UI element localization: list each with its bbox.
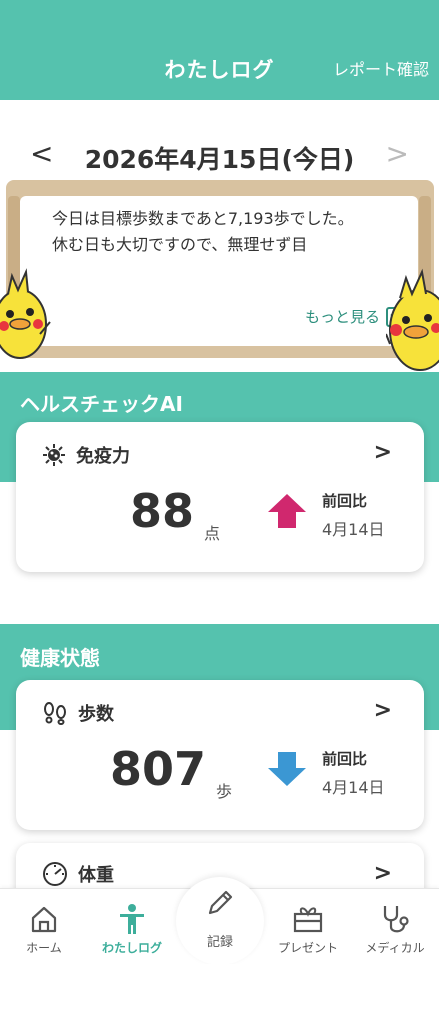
immunity-card-header: 免疫力 [42, 442, 130, 468]
trend-down-icon [268, 752, 306, 786]
health-status-title: 健康状態 [20, 646, 100, 670]
weight-label: 体重 [78, 865, 114, 886]
immunity-unit: 点 [204, 524, 221, 543]
gift-icon [293, 907, 323, 933]
nav-home-label: ホーム [26, 941, 62, 955]
steps-card[interactable]: 歩数 > 807 歩 前回比 4月14日 [16, 680, 424, 830]
message-board: 今日は目標歩数まであと7,193歩でした。 休む日も大切ですので、無理せず目 も… [20, 196, 418, 346]
chevron-right-icon: > [373, 861, 392, 886]
weight-card-header: 体重 [42, 861, 114, 887]
footprints-icon [44, 702, 66, 725]
pencil-icon [208, 890, 233, 915]
compare-date: 4月14日 [322, 520, 385, 539]
more-label: もっと見る [304, 308, 380, 326]
health-check-title: ヘルスチェックAI [20, 392, 183, 416]
compare-date: 4月14日 [322, 778, 385, 797]
person-icon [120, 904, 144, 934]
mascot-right [386, 268, 439, 371]
nav-medical-label: メディカル [365, 941, 425, 955]
home-icon [31, 906, 57, 933]
compare-label: 前回比 [322, 492, 368, 510]
nav-mylog[interactable]: わたしログ [88, 901, 176, 956]
immunity-label: 免疫力 [76, 446, 130, 467]
nav-medical[interactable]: メディカル [351, 901, 439, 956]
app-header: わたしログ レポート確認 [0, 0, 439, 100]
current-date: 2026年4月15日(今日) [84, 145, 355, 174]
record-button[interactable]: 記録 [176, 877, 264, 965]
chevron-right-icon: > [373, 698, 392, 723]
report-link[interactable]: レポート確認 [333, 56, 429, 80]
steps-value: 807 [109, 742, 206, 796]
nav-present-label: プレゼント [277, 941, 338, 955]
virus-icon [43, 444, 65, 466]
nav-mylog-label: わたしログ [101, 941, 162, 955]
date-section: < 2026年4月15日(今日) > 今日は目標歩数まであと7,193歩でした。… [0, 100, 439, 372]
mascot-left [0, 268, 51, 359]
immunity-card[interactable]: 免疫力 > 88 点 前回比 4月14日 [16, 422, 424, 572]
immunity-value: 88 [129, 484, 194, 538]
record-label: 記録 [206, 935, 233, 950]
compare-label: 前回比 [322, 750, 368, 768]
trend-up-icon [268, 494, 306, 528]
stethoscope-icon [383, 906, 409, 933]
next-date-button[interactable]: > [386, 140, 409, 168]
bottom-spacer [0, 964, 439, 1024]
steps-unit: 歩 [216, 782, 233, 801]
message-text: 今日は目標歩数まであと7,193歩でした。 休む日も大切ですので、無理せず目 [52, 209, 354, 254]
chevron-right-icon: > [373, 440, 392, 465]
steps-card-header: 歩数 [42, 700, 114, 726]
steps-label: 歩数 [78, 704, 114, 725]
nav-present[interactable]: プレゼント [264, 901, 352, 956]
nav-home[interactable]: ホーム [0, 901, 88, 956]
gauge-icon [43, 862, 67, 886]
